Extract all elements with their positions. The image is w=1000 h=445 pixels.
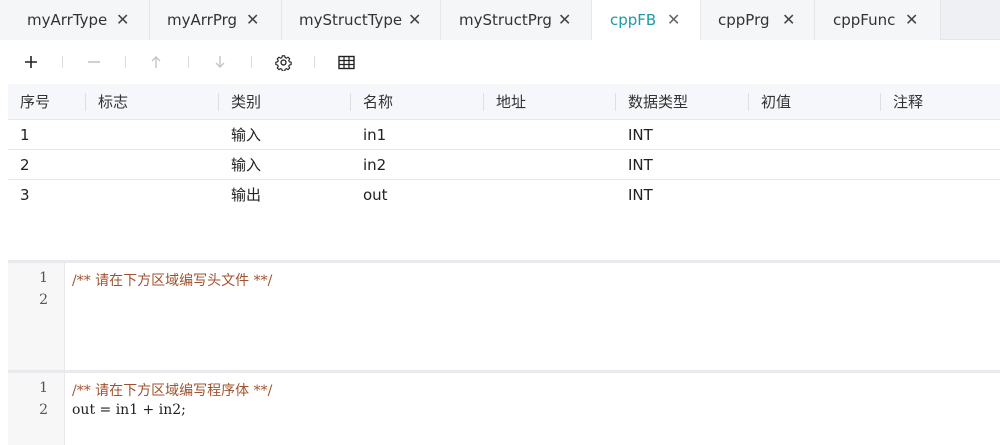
cell-category[interactable]: 输出 [231, 180, 261, 209]
column-resizer[interactable] [483, 93, 484, 111]
cell-name[interactable]: in1 [363, 120, 386, 149]
column-header-category[interactable]: 类别 [231, 84, 261, 119]
arrow-down-icon[interactable] [209, 51, 231, 73]
column-header-flag[interactable]: 标志 [98, 84, 128, 119]
line-number: 1 [39, 270, 48, 286]
line-number: 1 [39, 380, 48, 396]
body-code-editor[interactable]: 1 2 /** 请在下方区域编写程序体 **/ out = in1 + in2; [8, 373, 1000, 445]
tab-bar: myArrType ✕ myArrPrg ✕ myStructType ✕ my… [0, 0, 1000, 40]
table-empty-area [8, 209, 1000, 261]
close-icon[interactable]: ✕ [667, 11, 680, 28]
cell-datatype[interactable]: INT [628, 180, 653, 209]
close-icon[interactable]: ✕ [116, 12, 129, 28]
tab-label: myStructPrg [459, 11, 552, 29]
minus-icon[interactable] [83, 51, 105, 73]
column-header-initial-value[interactable]: 初值 [761, 84, 791, 119]
table-row[interactable]: 3 输出 out INT [8, 180, 1000, 210]
line-number-gutter: 1 2 [8, 263, 65, 370]
column-header-name[interactable]: 名称 [363, 84, 393, 119]
cell-datatype[interactable]: INT [628, 120, 653, 149]
column-resizer[interactable] [748, 93, 749, 111]
table-header-row: 序号 标志 类别 名称 地址 数据类型 初值 注释 [8, 84, 1000, 120]
plus-icon[interactable] [20, 51, 42, 73]
close-icon[interactable]: ✕ [782, 12, 795, 28]
close-icon[interactable]: ✕ [558, 12, 571, 28]
code-line[interactable]: /** 请在下方区域编写程序体 **/ [72, 380, 272, 400]
cell-category[interactable]: 输入 [231, 150, 261, 179]
column-header-datatype[interactable]: 数据类型 [628, 84, 688, 119]
line-number-gutter: 1 2 [8, 373, 65, 445]
column-resizer[interactable] [350, 93, 351, 111]
header-code-editor[interactable]: 1 2 /** 请在下方区域编写头文件 **/ [8, 263, 1000, 370]
toolbar-divider [188, 56, 189, 68]
tab-cppfunc[interactable]: cppFunc ✕ [815, 0, 941, 40]
tab-cppfb[interactable]: cppFB ✕ [592, 0, 701, 40]
column-resizer[interactable] [218, 93, 219, 111]
cell-index[interactable]: 3 [20, 180, 30, 209]
toolbar-divider [62, 56, 63, 68]
variable-table: 序号 标志 类别 名称 地址 数据类型 初值 注释 1 输入 in1 INT 2… [8, 84, 1000, 210]
close-icon[interactable]: ✕ [905, 12, 918, 28]
tab-bar-filler [941, 0, 1000, 39]
close-icon[interactable]: ✕ [246, 12, 259, 28]
code-line[interactable]: /** 请在下方区域编写头文件 **/ [72, 270, 272, 290]
tab-myarrprg[interactable]: myArrPrg ✕ [150, 0, 282, 40]
column-resizer[interactable] [615, 93, 616, 111]
column-resizer[interactable] [880, 93, 881, 111]
close-icon[interactable]: ✕ [408, 12, 421, 28]
tab-label: cppPrg [718, 11, 770, 29]
tab-label: cppFunc [833, 11, 896, 29]
toolbar-divider [251, 56, 252, 68]
tab-label: cppFB [610, 10, 657, 29]
table-row[interactable]: 2 输入 in2 INT [8, 150, 1000, 180]
column-header-index[interactable]: 序号 [20, 84, 50, 119]
arrow-up-icon[interactable] [145, 51, 167, 73]
column-resizer[interactable] [85, 93, 86, 111]
table-row[interactable]: 1 输入 in1 INT [8, 120, 1000, 150]
gear-icon[interactable] [272, 51, 294, 73]
tab-label: myArrPrg [167, 11, 238, 29]
tab-mystructprg[interactable]: myStructPrg ✕ [441, 0, 592, 40]
line-number: 2 [39, 402, 48, 418]
column-header-address[interactable]: 地址 [496, 84, 526, 119]
tab-mystructtype[interactable]: myStructType ✕ [282, 0, 441, 40]
column-header-comment[interactable]: 注释 [893, 84, 923, 119]
cell-datatype[interactable]: INT [628, 150, 653, 179]
cell-index[interactable]: 2 [20, 150, 30, 179]
cell-index[interactable]: 1 [20, 120, 30, 149]
toolbar [8, 40, 1000, 84]
tab-label: myArrType [27, 11, 108, 29]
app-root: myArrType ✕ myArrPrg ✕ myStructType ✕ my… [0, 0, 1000, 445]
cell-category[interactable]: 输入 [231, 120, 261, 149]
table-icon[interactable] [335, 51, 357, 73]
cell-name[interactable]: in2 [363, 150, 386, 179]
line-number: 2 [39, 292, 48, 308]
code-line[interactable]: out = in1 + in2; [72, 402, 186, 418]
cell-name[interactable]: out [363, 180, 388, 209]
tab-cppprg[interactable]: cppPrg ✕ [701, 0, 815, 40]
toolbar-divider [125, 56, 126, 68]
toolbar-divider [314, 56, 315, 68]
tab-label: myStructType [299, 11, 403, 29]
tab-myarrtype[interactable]: myArrType ✕ [0, 0, 150, 40]
